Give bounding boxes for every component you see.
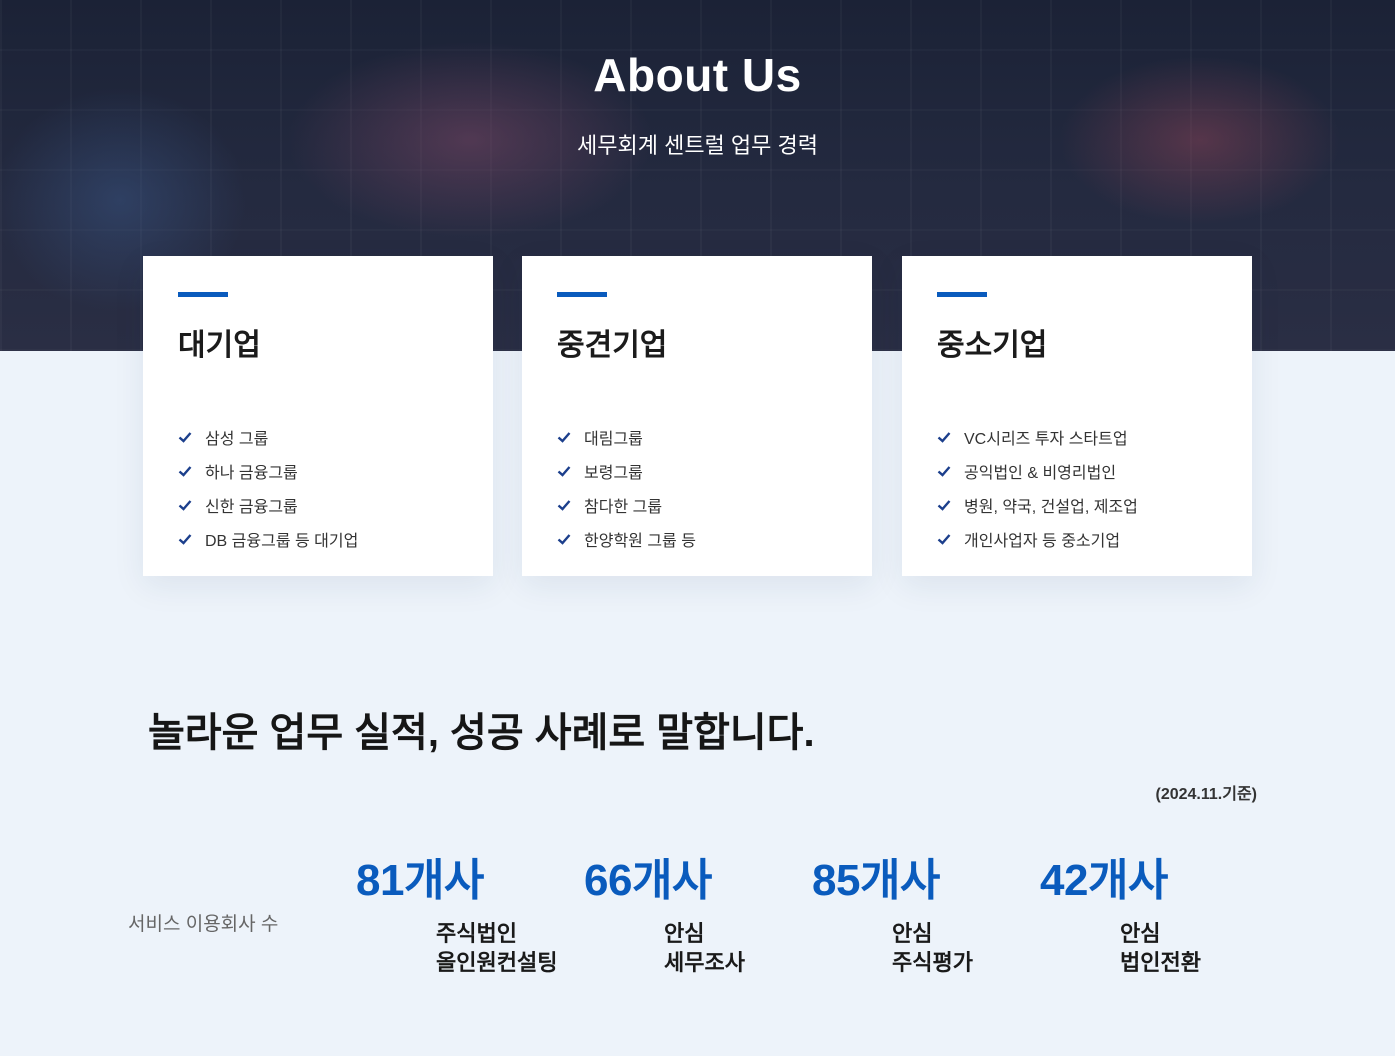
check-icon xyxy=(937,534,951,545)
stat-item: 42개사 안심 법인전환 xyxy=(1040,853,1270,977)
card-title: 중견기업 xyxy=(557,329,668,362)
stat-number: 85개사 xyxy=(812,856,940,905)
card-list: 대림그룹 보령그룹 참다한 그룹 한양학원 그룹 등 xyxy=(557,420,837,556)
stat-number: 81개사 xyxy=(356,856,484,905)
stat-number: 66개사 xyxy=(584,856,712,905)
check-icon xyxy=(178,432,192,443)
list-item: 개인사업자 등 중소기업 xyxy=(937,522,1217,556)
card-title: 중소기업 xyxy=(937,329,1048,362)
stat-description: 안심 주식평가 xyxy=(892,921,973,975)
card-list: 삼성 그룹 하나 금융그룹 신한 금융그룹 DB 금융그룹 등 대기업 xyxy=(178,420,458,556)
card-title: 대기업 xyxy=(178,329,261,362)
check-icon xyxy=(178,466,192,477)
card-accent-bar xyxy=(178,292,228,297)
check-icon xyxy=(178,534,192,545)
check-icon xyxy=(557,466,571,477)
stat-number: 42개사 xyxy=(1040,856,1168,905)
card-list: VC시리즈 투자 스타트업 공익법인 & 비영리법인 병원, 약국, 건설업, … xyxy=(937,420,1217,556)
stat-item: 85개사 안심 주식평가 xyxy=(812,853,1042,977)
check-icon xyxy=(557,500,571,511)
stat-description: 주식법인 올인원컨설팅 xyxy=(436,921,558,975)
check-icon xyxy=(937,466,951,477)
stat-item: 66개사 안심 세무조사 xyxy=(584,853,814,977)
results-title: 놀라운 업무 실적, 성공 사례로 말합니다. xyxy=(148,711,815,755)
check-icon xyxy=(937,500,951,511)
card-accent-bar xyxy=(937,292,987,297)
results-basis-date: (2024.11.기준) xyxy=(1155,786,1258,803)
stats-label: 서비스 이용회사 수 xyxy=(128,914,279,935)
list-item: 공익법인 & 비영리법인 xyxy=(937,454,1217,488)
check-icon xyxy=(557,432,571,443)
card-accent-bar xyxy=(557,292,607,297)
stat-description: 안심 법인전환 xyxy=(1120,921,1201,975)
career-card-large: 대기업 삼성 그룹 하나 금융그룹 신한 금융그룹 DB 금융그룹 등 대기업 xyxy=(143,256,493,576)
list-item: 병원, 약국, 건설업, 제조업 xyxy=(937,488,1217,522)
page-subtitle: 세무회계 센트럴 업무 경력 xyxy=(577,133,818,158)
check-icon xyxy=(178,500,192,511)
list-item: 신한 금융그룹 xyxy=(178,488,458,522)
stat-description: 안심 세무조사 xyxy=(664,921,745,975)
list-item: 삼성 그룹 xyxy=(178,420,458,454)
career-card-small: 중소기업 VC시리즈 투자 스타트업 공익법인 & 비영리법인 병원, 약국, … xyxy=(902,256,1252,576)
list-item: 참다한 그룹 xyxy=(557,488,837,522)
list-item: 한양학원 그룹 등 xyxy=(557,522,837,556)
list-item: 보령그룹 xyxy=(557,454,837,488)
stat-item: 81개사 주식법인 올인원컨설팅 xyxy=(356,853,586,977)
list-item: VC시리즈 투자 스타트업 xyxy=(937,420,1217,454)
list-item: DB 금융그룹 등 대기업 xyxy=(178,522,458,556)
page-title: About Us xyxy=(593,49,802,101)
career-card-midsize: 중견기업 대림그룹 보령그룹 참다한 그룹 한양학원 그룹 등 xyxy=(522,256,872,576)
check-icon xyxy=(937,432,951,443)
check-icon xyxy=(557,534,571,545)
list-item: 대림그룹 xyxy=(557,420,837,454)
list-item: 하나 금융그룹 xyxy=(178,454,458,488)
